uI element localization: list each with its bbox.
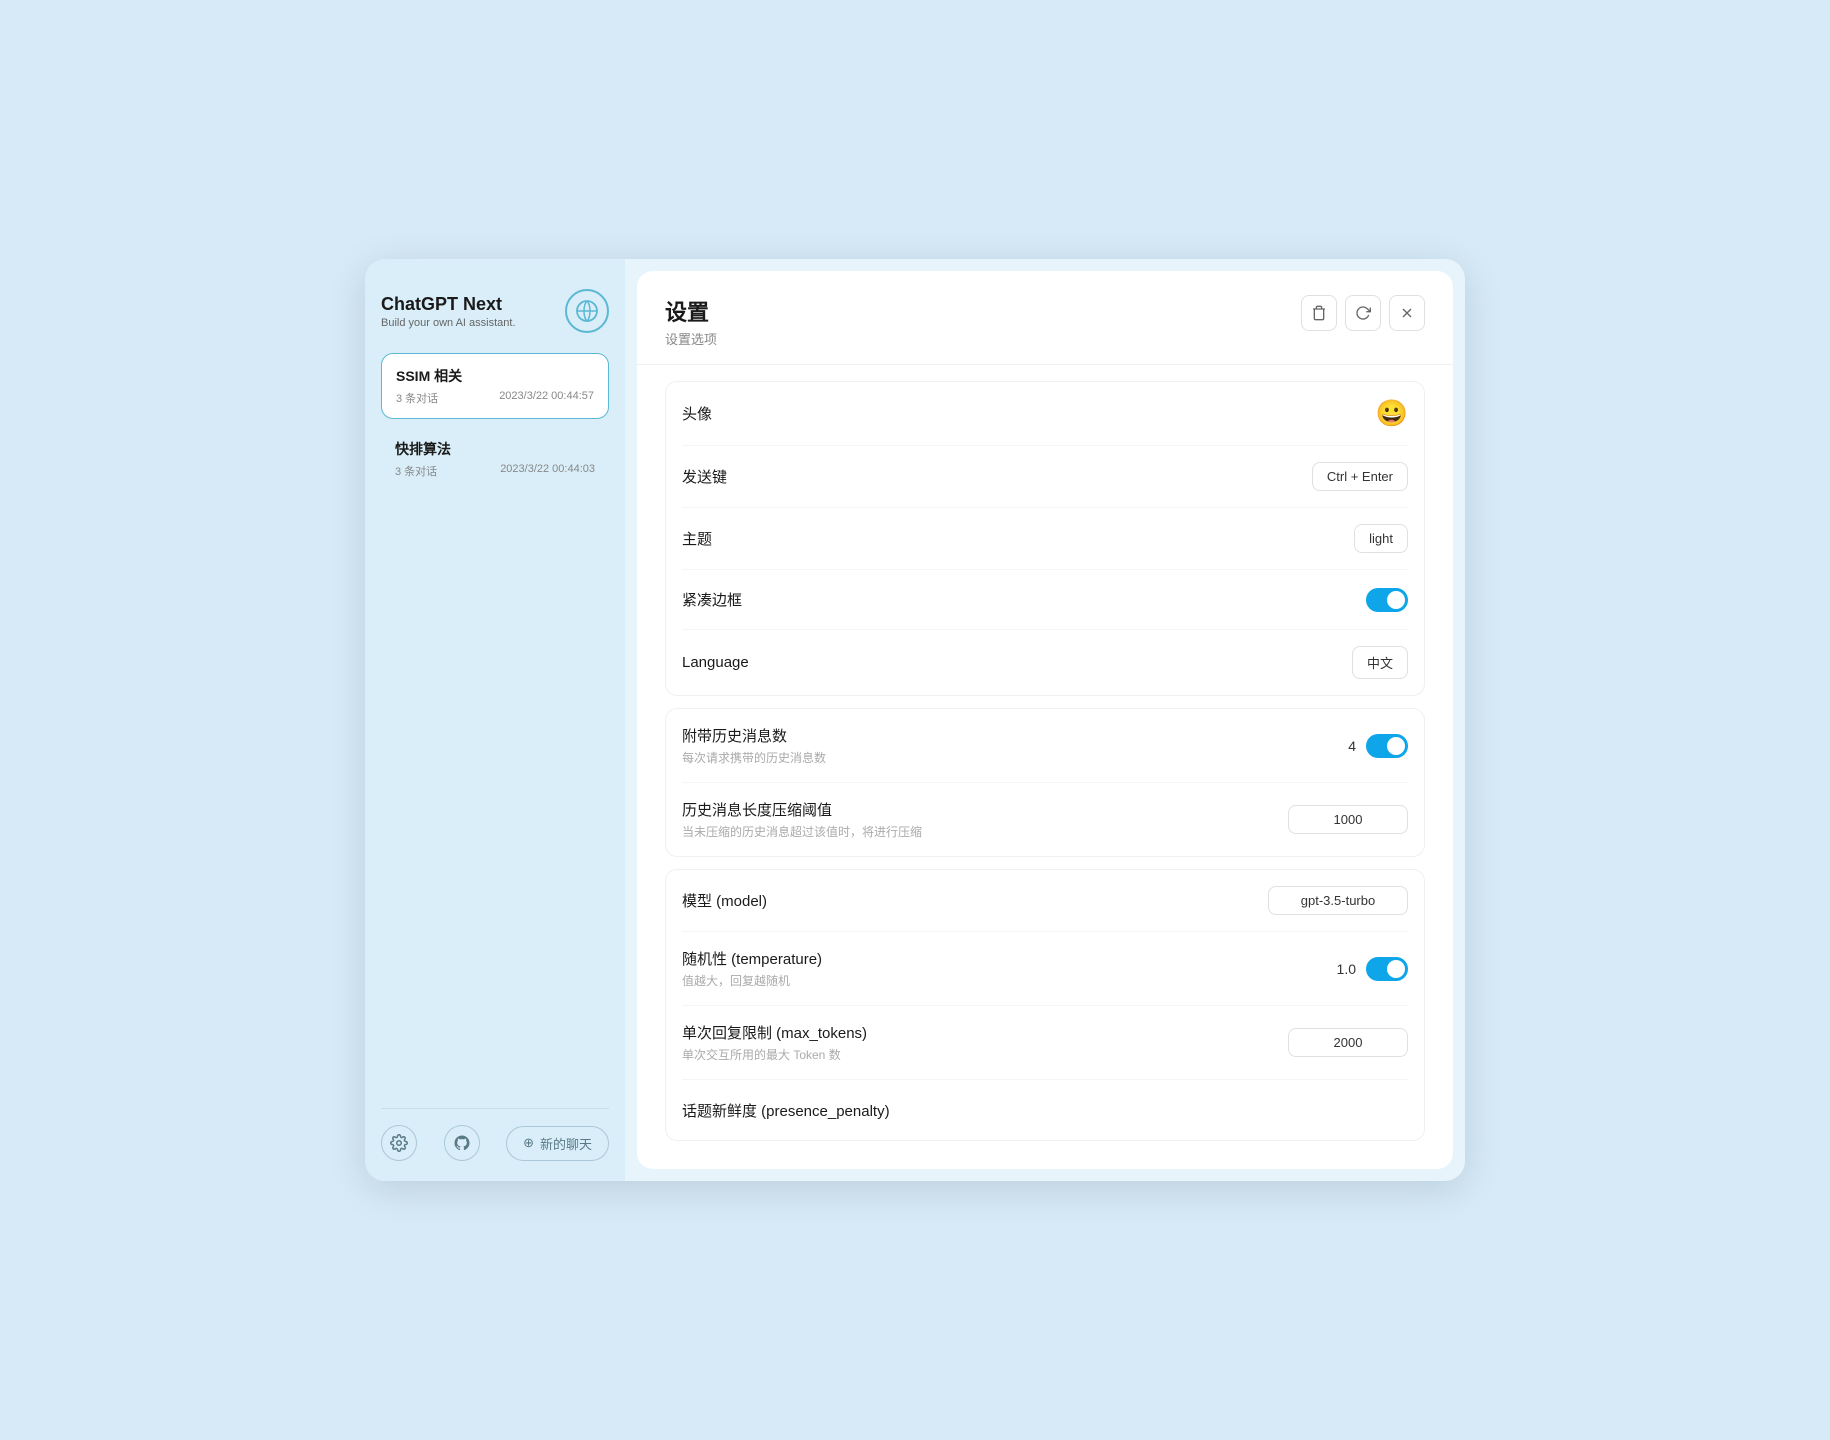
theme-value[interactable]: light — [1354, 524, 1408, 553]
settings-icon-button[interactable] — [381, 1125, 417, 1161]
avatar-emoji: 😀 — [1376, 398, 1408, 429]
temperature-control: 1.0 — [1337, 957, 1408, 981]
plus-icon: ⊕ — [523, 1135, 534, 1151]
header-actions — [1301, 295, 1425, 331]
chat-item-title: 快排算法 — [395, 439, 595, 459]
chat-item[interactable]: 快排算法 3 条对话 2023/3/22 00:44:03 — [381, 427, 609, 491]
new-chat-button[interactable]: ⊕ 新的聊天 — [506, 1126, 609, 1161]
app-subtitle: Build your own AI assistant. — [381, 317, 516, 329]
clear-button[interactable] — [1301, 295, 1337, 331]
history-count-control: 4 — [1348, 734, 1408, 758]
compress-threshold-row: 历史消息长度压缩阈值 当未压缩的历史消息超过该值时，将进行压缩 — [682, 783, 1408, 856]
compress-threshold-value — [1288, 805, 1408, 834]
app-window: ChatGPT Next Build your own AI assistant… — [365, 259, 1465, 1181]
max-tokens-value — [1288, 1028, 1408, 1057]
theme-label-block: 主题 — [682, 528, 712, 549]
model-label-block: 模型 (model) — [682, 890, 767, 911]
language-value[interactable]: 中文 — [1352, 646, 1408, 679]
max-tokens-row: 单次回复限制 (max_tokens) 单次交互所用的最大 Token 数 — [682, 1006, 1408, 1080]
history-count-label-block: 附带历史消息数 每次请求携带的历史消息数 — [682, 725, 826, 766]
temperature-label-block: 随机性 (temperature) 值越大，回复越随机 — [682, 948, 822, 989]
history-count-row: 附带历史消息数 每次请求携带的历史消息数 4 — [682, 709, 1408, 783]
settings-subtitle: 设置选项 — [665, 329, 717, 348]
presence-penalty-label-block: 话题新鲜度 (presence_penalty) — [682, 1100, 890, 1121]
history-count-number: 4 — [1348, 738, 1356, 754]
presence-penalty-label: 话题新鲜度 (presence_penalty) — [682, 1100, 890, 1121]
max-tokens-desc: 单次交互所用的最大 Token 数 — [682, 1046, 867, 1063]
settings-header: 设置 设置选项 — [637, 271, 1453, 365]
settings-title: 设置 — [665, 295, 717, 327]
model-settings-group: 模型 (model) 随机性 (temperature) 值越大，回复越随机 1… — [665, 869, 1425, 1141]
chat-item-count: 3 条对话 — [395, 463, 437, 479]
chat-item[interactable]: SSIM 相关 3 条对话 2023/3/22 00:44:57 — [381, 353, 609, 419]
chat-item-count: 3 条对话 — [396, 390, 438, 406]
tight-border-label-block: 紧凑边框 — [682, 589, 742, 610]
tight-border-toggle[interactable] — [1366, 588, 1408, 612]
model-value — [1268, 886, 1408, 915]
tight-border-value — [1366, 588, 1408, 612]
sidebar-header: ChatGPT Next Build your own AI assistant… — [381, 289, 609, 333]
temperature-desc: 值越大，回复越随机 — [682, 972, 822, 989]
send-key-row: 发送键 Ctrl + Enter — [682, 446, 1408, 508]
model-input[interactable] — [1268, 886, 1408, 915]
avatar-label: 头像 — [682, 403, 712, 424]
avatar-label-block: 头像 — [682, 403, 712, 424]
model-row: 模型 (model) — [682, 870, 1408, 932]
chat-item-date: 2023/3/22 00:44:03 — [500, 463, 595, 479]
history-count-desc: 每次请求携带的历史消息数 — [682, 749, 826, 766]
refresh-button[interactable] — [1345, 295, 1381, 331]
basic-settings-group: 头像 😀 发送键 Ctrl + Enter — [665, 381, 1425, 696]
temperature-row: 随机性 (temperature) 值越大，回复越随机 1.0 — [682, 932, 1408, 1006]
chat-list: SSIM 相关 3 条对话 2023/3/22 00:44:57 快排算法 3 … — [381, 353, 609, 1108]
app-title: ChatGPT Next — [381, 294, 516, 315]
temperature-value: 1.0 — [1337, 957, 1408, 981]
temperature-toggle[interactable] — [1366, 957, 1408, 981]
settings-body: 头像 😀 发送键 Ctrl + Enter — [637, 365, 1453, 1169]
chat-item-meta: 3 条对话 2023/3/22 00:44:57 — [396, 390, 594, 406]
language-row: Language 中文 — [682, 630, 1408, 695]
github-icon-button[interactable] — [444, 1125, 480, 1161]
history-count-label: 附带历史消息数 — [682, 725, 826, 746]
language-tag: 中文 — [1352, 646, 1408, 679]
theme-row: 主题 light — [682, 508, 1408, 570]
presence-penalty-row: 话题新鲜度 (presence_penalty) — [682, 1080, 1408, 1140]
send-key-label-block: 发送键 — [682, 466, 727, 487]
new-chat-label: 新的聊天 — [540, 1134, 592, 1153]
avatar-row: 头像 😀 — [682, 382, 1408, 446]
compress-threshold-label-block: 历史消息长度压缩阈值 当未压缩的历史消息超过该值时，将进行压缩 — [682, 799, 922, 840]
chat-item-date: 2023/3/22 00:44:57 — [499, 390, 594, 406]
send-key-value[interactable]: Ctrl + Enter — [1312, 462, 1408, 491]
max-tokens-label-block: 单次回复限制 (max_tokens) 单次交互所用的最大 Token 数 — [682, 1022, 867, 1063]
message-settings-group: 附带历史消息数 每次请求携带的历史消息数 4 历史消息长度压缩阈值 当未压 — [665, 708, 1425, 857]
history-count-value: 4 — [1348, 734, 1408, 758]
sidebar: ChatGPT Next Build your own AI assistant… — [365, 259, 625, 1181]
send-key-tag: Ctrl + Enter — [1312, 462, 1408, 491]
tight-border-label: 紧凑边框 — [682, 589, 742, 610]
avatar-value[interactable]: 😀 — [1376, 398, 1408, 429]
temperature-number: 1.0 — [1337, 961, 1356, 977]
send-key-label: 发送键 — [682, 466, 727, 487]
theme-label: 主题 — [682, 528, 712, 549]
logo-icon — [565, 289, 609, 333]
temperature-label: 随机性 (temperature) — [682, 948, 822, 969]
compress-threshold-desc: 当未压缩的历史消息超过该值时，将进行压缩 — [682, 823, 922, 840]
compress-threshold-label: 历史消息长度压缩阈值 — [682, 799, 922, 820]
chat-item-meta: 3 条对话 2023/3/22 00:44:03 — [395, 463, 595, 479]
settings-panel: 设置 设置选项 — [637, 271, 1453, 1169]
chat-item-title: SSIM 相关 — [396, 366, 594, 386]
tight-border-row: 紧凑边框 — [682, 570, 1408, 630]
theme-tag: light — [1354, 524, 1408, 553]
sidebar-title-block: ChatGPT Next Build your own AI assistant… — [381, 294, 516, 329]
history-count-toggle[interactable] — [1366, 734, 1408, 758]
max-tokens-input[interactable] — [1288, 1028, 1408, 1057]
max-tokens-label: 单次回复限制 (max_tokens) — [682, 1022, 867, 1043]
compress-threshold-input[interactable] — [1288, 805, 1408, 834]
settings-title-block: 设置 设置选项 — [665, 295, 717, 348]
sidebar-footer: ⊕ 新的聊天 — [381, 1108, 609, 1161]
close-button[interactable] — [1389, 295, 1425, 331]
language-label: Language — [682, 654, 749, 671]
language-label-block: Language — [682, 654, 749, 671]
model-label: 模型 (model) — [682, 890, 767, 911]
